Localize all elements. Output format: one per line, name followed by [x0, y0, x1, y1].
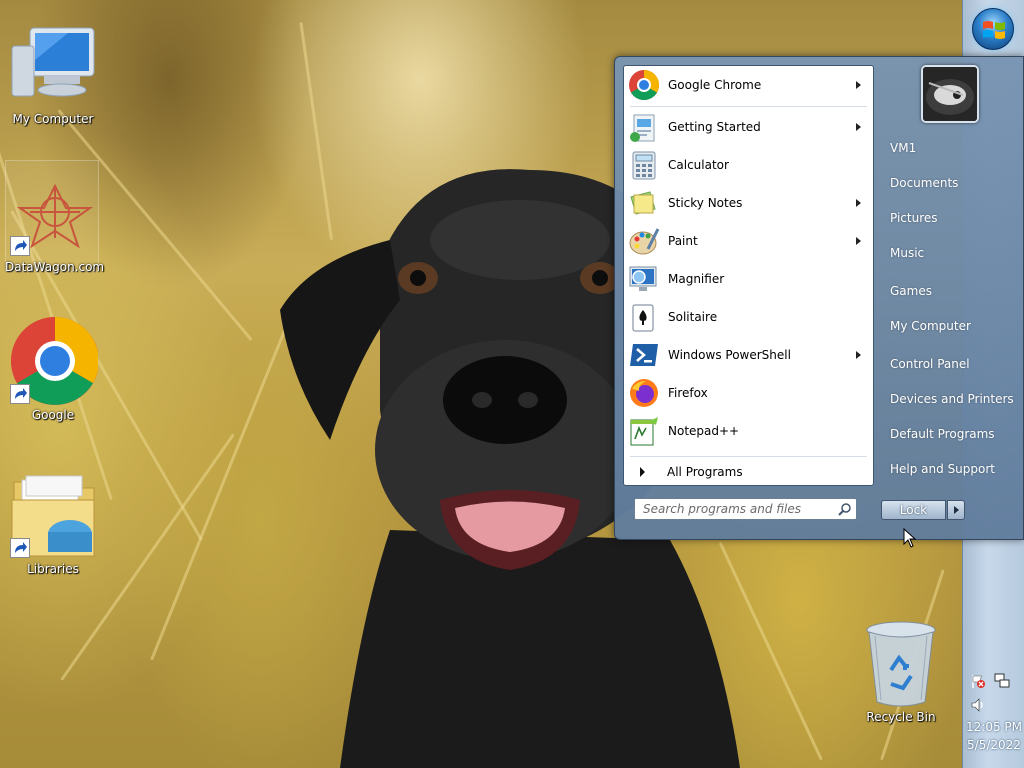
submenu-arrow-icon[interactable] [856, 237, 861, 245]
desktop-icon-google[interactable]: Google [5, 316, 101, 422]
all-programs-separator [630, 456, 867, 457]
network-icon[interactable] [994, 673, 1010, 689]
submenu-arrow-icon[interactable] [856, 123, 861, 131]
desktop-icon-label: Recycle Bin [866, 710, 936, 724]
submenu-arrow-icon[interactable] [856, 81, 861, 89]
program-label: Magnifier [668, 272, 725, 286]
pinned-separator [630, 106, 867, 107]
link-music[interactable]: Music [890, 245, 924, 261]
program-label: Sticky Notes [668, 196, 743, 210]
link-games[interactable]: Games [890, 283, 932, 299]
computer-icon [8, 20, 98, 110]
link-help-and-support[interactable]: Help and Support [890, 461, 995, 477]
all-programs-button[interactable]: All Programs [624, 460, 873, 484]
desktop-icon-label: My Computer [12, 112, 94, 126]
clock-date: 5/5/2022 [967, 738, 1021, 752]
link-control-panel[interactable]: Control Panel [890, 356, 970, 372]
start-button[interactable] [972, 8, 1014, 50]
link-my-computer[interactable]: My Computer [890, 318, 971, 334]
chrome-icon [628, 69, 660, 101]
clock-time: 12:05 PM [966, 720, 1022, 734]
link-default-programs[interactable]: Default Programs [890, 426, 995, 442]
start-search-input[interactable]: Search programs and files [634, 498, 857, 520]
program-item-paint[interactable]: Paint [626, 222, 871, 260]
program-item-magnifier[interactable]: Magnifier [626, 260, 871, 298]
submenu-arrow-icon[interactable] [856, 199, 861, 207]
program-label: Windows PowerShell [668, 348, 791, 362]
solitaire-icon [628, 301, 660, 333]
notepad-plus-plus-icon [628, 415, 660, 447]
calculator-icon [628, 149, 660, 181]
program-item-sticky-notes[interactable]: Sticky Notes [626, 184, 871, 222]
program-label: Firefox [668, 386, 708, 400]
desktop-icon-label: Libraries [27, 562, 79, 576]
sticky-notes-icon [628, 187, 660, 219]
powershell-icon [628, 339, 660, 371]
desktop-icon-datawagon[interactable]: DataWagon.com [5, 168, 105, 274]
submenu-arrow-icon[interactable] [856, 351, 861, 359]
recycle-bin-icon [861, 620, 941, 708]
program-label: Paint [668, 234, 698, 248]
link-devices-and-printers[interactable]: Devices and Printers [890, 391, 1014, 407]
libraries-folder-icon [8, 470, 98, 560]
program-label: Notepad++ [668, 424, 740, 438]
program-item-google-chrome[interactable]: Google Chrome [626, 66, 871, 104]
chevron-right-icon [954, 506, 959, 514]
volume-icon[interactable] [970, 697, 986, 713]
desktop-icon-recycle-bin[interactable]: Recycle Bin [853, 620, 949, 724]
desktop-icon-label: Google [31, 408, 75, 422]
desktop-icon-label: DataWagon.com [5, 260, 105, 274]
program-item-solitaire[interactable]: Solitaire [626, 298, 871, 336]
program-item-notepad-plus-plus[interactable]: Notepad++ [626, 412, 871, 450]
link-pictures[interactable]: Pictures [890, 210, 938, 226]
action-center-flag-icon[interactable] [970, 673, 986, 689]
paint-icon [628, 225, 660, 257]
mouse-cursor-icon [903, 528, 917, 548]
desktop-icon-my-computer[interactable]: My Computer [5, 20, 101, 126]
shortcut-arrow-icon [10, 538, 30, 558]
getting-started-icon [628, 111, 660, 143]
program-label: Google Chrome [668, 78, 762, 92]
program-item-getting-started[interactable]: Getting Started [626, 108, 871, 146]
all-programs-arrow-icon [640, 467, 645, 477]
shutdown-options-button[interactable] [947, 500, 965, 520]
shortcut-arrow-icon [10, 384, 30, 404]
firefox-icon [628, 377, 660, 409]
datawagon-icon [8, 168, 98, 258]
search-placeholder: Search programs and files [643, 502, 801, 516]
program-item-firefox[interactable]: Firefox [626, 374, 871, 412]
link-user-folder[interactable]: VM1 [890, 140, 916, 156]
program-item-calculator[interactable]: Calculator [626, 146, 871, 184]
magnifier-icon [628, 263, 660, 295]
program-label: Calculator [668, 158, 729, 172]
link-documents[interactable]: Documents [890, 175, 958, 191]
start-menu-programs-pane: Google Chrome Getting Started Calculator… [623, 65, 874, 486]
taskbar-clock[interactable]: 12:05 PM 5/5/2022 [964, 718, 1024, 754]
program-item-windows-powershell[interactable]: Windows PowerShell [626, 336, 871, 374]
shortcut-arrow-icon [10, 236, 30, 256]
desktop-icon-libraries[interactable]: Libraries [5, 470, 101, 576]
program-label: Solitaire [668, 310, 718, 324]
search-icon[interactable] [838, 502, 852, 516]
lock-button[interactable]: Lock [881, 500, 946, 520]
chrome-icon [8, 316, 99, 406]
program-label: Getting Started [668, 120, 761, 134]
all-programs-label: All Programs [667, 465, 743, 479]
start-menu: Google Chrome Getting Started Calculator… [614, 56, 1024, 540]
windows-logo-icon [983, 21, 1005, 39]
wallpaper-grass [150, 325, 288, 661]
user-account-picture[interactable] [921, 65, 979, 123]
